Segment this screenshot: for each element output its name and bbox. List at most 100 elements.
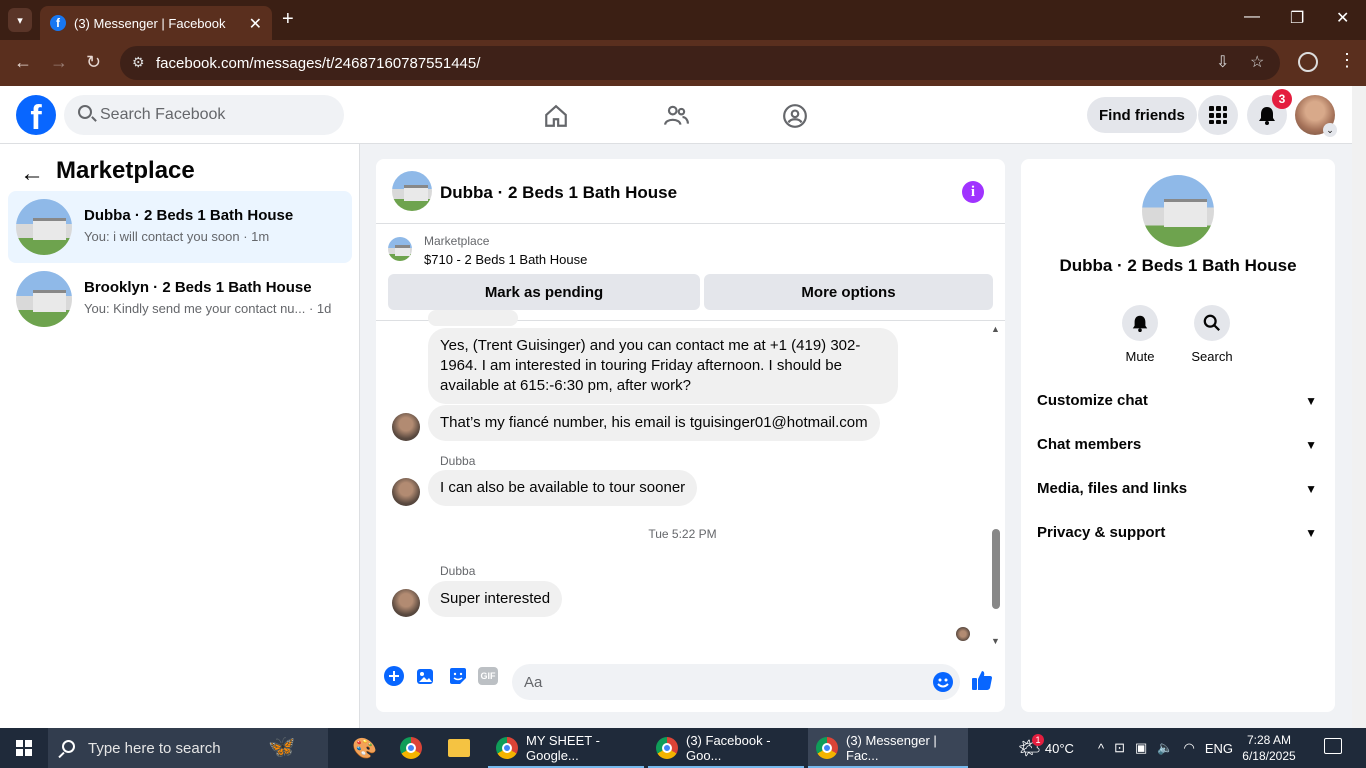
privacy-support-section[interactable]: Privacy & support ▼ bbox=[1037, 524, 1319, 548]
back-icon[interactable]: ← bbox=[14, 52, 32, 73]
thumbs-up-icon[interactable] bbox=[971, 669, 993, 691]
home-icon[interactable] bbox=[543, 103, 569, 129]
conversation-item[interactable]: Brooklyn · 2 Beds 1 Bath House You: Kind… bbox=[8, 263, 352, 335]
info-icon[interactable]: i bbox=[962, 181, 984, 203]
reload-icon[interactable]: ↻ bbox=[86, 52, 101, 73]
taskbar-window-facebook[interactable]: (3) Facebook - Goo... bbox=[648, 728, 804, 768]
system-tray: ^ ⊡ ▣ 🔈 ◠ ENG bbox=[1098, 728, 1233, 768]
weather-widget[interactable]: 🌤 1 40°C bbox=[1018, 728, 1074, 768]
install-icon[interactable]: ⇩ bbox=[1216, 52, 1229, 72]
search-icon bbox=[78, 105, 92, 119]
search-icon bbox=[62, 740, 75, 753]
windows-start-icon[interactable] bbox=[16, 740, 32, 756]
temperature: 40°C bbox=[1044, 740, 1074, 756]
conversation-title: Dubba · 2 Beds 1 Bath House bbox=[84, 207, 294, 224]
facebook-logo-icon[interactable]: f bbox=[16, 95, 56, 135]
message-bubble[interactable]: I can also be available to tour sooner bbox=[428, 470, 698, 506]
account-avatar[interactable]: ⌄ bbox=[1295, 95, 1337, 137]
chevron-down-icon: ▼ bbox=[1305, 438, 1317, 452]
message-bubble[interactable]: Yes, (Trent Guisinger) and you can conta… bbox=[428, 328, 898, 404]
restore-icon[interactable]: ❐ bbox=[1290, 8, 1304, 28]
listing-thumbnail[interactable] bbox=[388, 237, 412, 261]
search-in-chat-button[interactable]: Search bbox=[1182, 305, 1242, 364]
chevron-up-icon[interactable]: ^ bbox=[1098, 741, 1104, 756]
scroll-up-icon[interactable]: ▲ bbox=[991, 324, 1000, 334]
chrome-profile-icon[interactable] bbox=[1298, 52, 1318, 72]
windows-taskbar: Type here to search 🦋 🎨 MY SHEET - Googl… bbox=[0, 728, 1366, 768]
scroll-down-icon[interactable]: ▼ bbox=[991, 636, 1000, 646]
taskbar-window-messenger[interactable]: (3) Messenger | Fac... bbox=[808, 728, 968, 768]
media-files-links-section[interactable]: Media, files and links ▼ bbox=[1037, 480, 1319, 504]
mark-as-pending-button[interactable]: Mark as pending bbox=[388, 274, 700, 310]
chevron-down-icon: ▼ bbox=[1305, 394, 1317, 408]
back-arrow-icon[interactable]: ← bbox=[20, 160, 44, 188]
sticker-icon[interactable] bbox=[447, 665, 469, 687]
taskbar-window-sheet[interactable]: MY SHEET - Google... bbox=[488, 728, 644, 768]
chat-members-section[interactable]: Chat members ▼ bbox=[1037, 436, 1319, 460]
emoji-icon[interactable] bbox=[932, 671, 954, 693]
wifi-icon[interactable]: ◠ bbox=[1184, 740, 1195, 756]
taskbar-search-placeholder: Type here to search bbox=[88, 739, 221, 757]
photo-icon[interactable] bbox=[415, 665, 437, 687]
contact-avatar[interactable] bbox=[392, 413, 420, 441]
search-label: Search bbox=[1191, 349, 1233, 364]
bell-icon bbox=[1132, 315, 1148, 332]
customize-chat-section[interactable]: Customize chat ▼ bbox=[1037, 392, 1319, 416]
taskbar-search[interactable]: Type here to search 🦋 bbox=[48, 728, 328, 768]
contact-avatar[interactable] bbox=[392, 478, 420, 506]
more-options-button[interactable]: More options bbox=[704, 274, 993, 310]
message-bubble[interactable]: Super interested bbox=[428, 581, 563, 617]
section-label: Chat members bbox=[1037, 436, 1142, 453]
paint-app-icon[interactable]: 🎨 bbox=[344, 728, 384, 768]
minimize-icon[interactable]: — bbox=[1244, 8, 1260, 26]
message-composer: GIF bbox=[376, 652, 1005, 712]
contact-avatar[interactable] bbox=[392, 589, 420, 617]
new-tab-button[interactable]: + bbox=[282, 8, 294, 31]
scroll-thumb[interactable] bbox=[992, 529, 1000, 609]
forward-icon[interactable]: → bbox=[50, 52, 68, 73]
chat-listing-avatar[interactable] bbox=[392, 171, 432, 211]
conversation-item[interactable]: Dubba · 2 Beds 1 Bath House You: i will … bbox=[8, 191, 352, 263]
conversation-title: Brooklyn · 2 Beds 1 Bath House bbox=[84, 279, 312, 296]
mute-label: Mute bbox=[1125, 349, 1155, 364]
plus-icon[interactable] bbox=[383, 665, 405, 687]
facebook-header: f Find friends 3 ⌄ bbox=[0, 86, 1352, 144]
find-friends-button[interactable]: Find friends bbox=[1087, 97, 1197, 133]
file-explorer-icon[interactable] bbox=[440, 728, 480, 768]
listing-avatar[interactable] bbox=[1142, 175, 1214, 247]
address-bar[interactable]: ⚙ facebook.com/messages/t/24687160787551… bbox=[120, 46, 1280, 80]
chat-scrollbar[interactable]: ▲ ▼ bbox=[990, 322, 1002, 652]
taskbar-clock[interactable]: 7:28 AM 6/18/2025 bbox=[1224, 732, 1314, 764]
network-icon[interactable]: ⊡ bbox=[1114, 740, 1125, 756]
clock-time: 7:28 AM bbox=[1246, 733, 1292, 747]
browser-tab[interactable]: f (3) Messenger | Facebook ✕ bbox=[40, 6, 272, 40]
friends-icon[interactable] bbox=[663, 103, 689, 129]
tab-title: (3) Messenger | Facebook bbox=[74, 15, 226, 31]
facebook-search[interactable] bbox=[64, 95, 344, 135]
close-tab-icon[interactable]: ✕ bbox=[249, 14, 262, 34]
page-scrollbar[interactable] bbox=[1352, 86, 1366, 728]
url-text: facebook.com/messages/t/2468716078755144… bbox=[156, 54, 481, 72]
message-input[interactable] bbox=[512, 664, 960, 700]
bookmark-star-icon[interactable]: ☆ bbox=[1250, 52, 1264, 72]
gif-icon[interactable]: GIF bbox=[478, 667, 498, 685]
section-label: Customize chat bbox=[1037, 392, 1148, 409]
chrome-menu-icon[interactable]: ⋮ bbox=[1338, 50, 1356, 71]
tab-list-button[interactable]: ▾ bbox=[8, 8, 32, 32]
message-bubble[interactable]: That’s my fiancé number, his email is tg… bbox=[428, 405, 880, 441]
close-window-icon[interactable]: ✕ bbox=[1336, 8, 1349, 28]
groups-icon[interactable] bbox=[782, 103, 808, 129]
meet-icon[interactable]: ▣ bbox=[1135, 740, 1147, 756]
facebook-search-input[interactable] bbox=[100, 106, 320, 124]
mute-button[interactable]: Mute bbox=[1110, 305, 1170, 364]
chrome-icon bbox=[656, 737, 678, 759]
notification-center-icon[interactable] bbox=[1324, 738, 1342, 754]
menu-grid-button[interactable] bbox=[1198, 95, 1238, 135]
sender-name: Dubba bbox=[440, 564, 476, 578]
site-settings-icon[interactable]: ⚙ bbox=[132, 54, 145, 71]
chrome-app-icon[interactable] bbox=[392, 728, 432, 768]
listing-title[interactable]: $710 - 2 Beds 1 Bath House bbox=[424, 252, 587, 267]
volume-icon[interactable]: 🔈 bbox=[1157, 740, 1173, 756]
chat-title[interactable]: Dubba · 2 Beds 1 Bath House bbox=[440, 183, 677, 203]
sender-name: Dubba bbox=[440, 454, 476, 468]
